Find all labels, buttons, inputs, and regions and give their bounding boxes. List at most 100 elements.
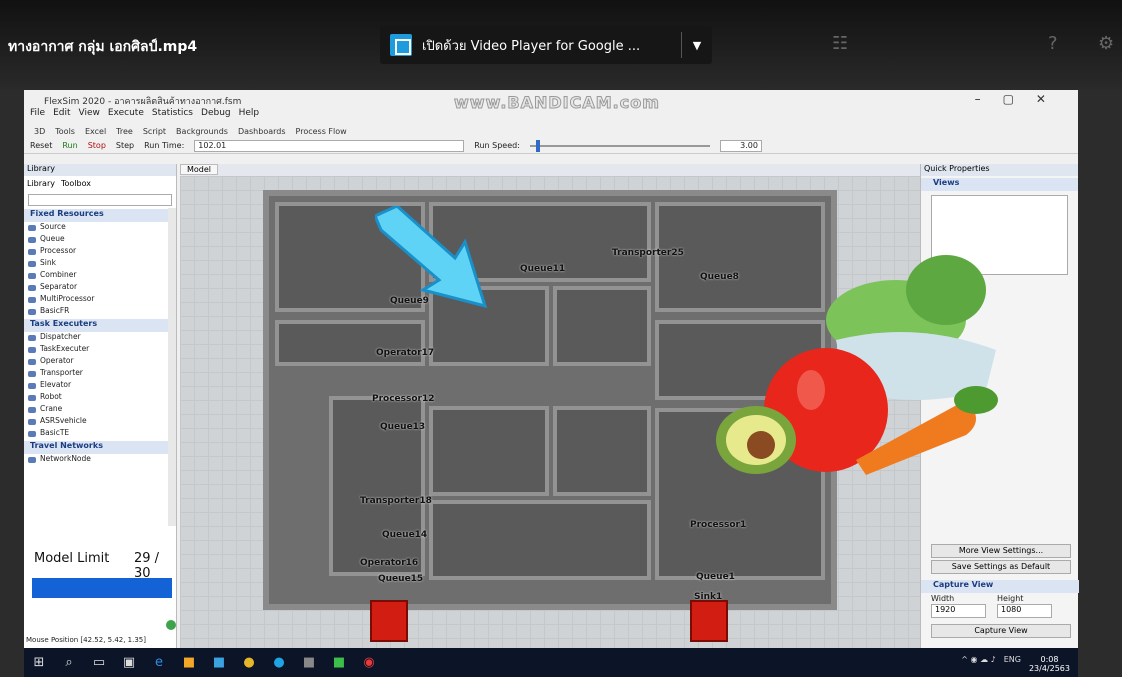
library-item[interactable]: Elevator xyxy=(24,380,176,392)
menu-edit[interactable]: Edit xyxy=(53,108,70,124)
model-object-label[interactable]: Queue14 xyxy=(382,530,427,540)
menu-debug[interactable]: Debug xyxy=(201,108,231,124)
width-field[interactable]: 1920 xyxy=(931,604,986,618)
library-item[interactable]: BasicTE xyxy=(24,428,176,440)
room xyxy=(429,406,549,496)
model-object-label[interactable]: Processor12 xyxy=(372,394,435,404)
library-item[interactable]: Processor xyxy=(24,246,176,258)
toolbar-tools[interactable]: Tools xyxy=(55,127,75,136)
library-search-input[interactable] xyxy=(28,194,172,206)
library-item[interactable]: TaskExecuter xyxy=(24,344,176,356)
library-item[interactable]: BasicFR xyxy=(24,306,176,318)
capture-view-section[interactable]: Capture View xyxy=(921,580,1079,593)
model-object-label[interactable]: Queue13 xyxy=(380,422,425,432)
step-button[interactable]: Step xyxy=(116,141,134,150)
save-default-button[interactable]: Save Settings as Default xyxy=(931,560,1071,574)
capture-view-button[interactable]: Capture View xyxy=(931,624,1071,638)
source-object[interactable] xyxy=(370,600,408,642)
clock[interactable]: 0:08 23/4/2563 xyxy=(1029,655,1070,673)
help-icon[interactable] xyxy=(166,620,176,630)
library-item[interactable]: Robot xyxy=(24,392,176,404)
library-item[interactable]: Dispatcher xyxy=(24,332,176,344)
tab-toolbox[interactable]: Toolbox xyxy=(61,179,91,189)
library-item[interactable]: Separator xyxy=(24,282,176,294)
flexsim-icon[interactable]: ■ xyxy=(294,655,324,670)
language-indicator[interactable]: ENG xyxy=(1004,655,1021,673)
line-icon[interactable]: ■ xyxy=(324,655,354,670)
library-item[interactable]: MultiProcessor xyxy=(24,294,176,306)
model-object-label[interactable]: Transporter25 xyxy=(612,248,684,258)
run-time-label: Run Time: xyxy=(144,141,185,150)
toolbar-process-flow[interactable]: Process Flow xyxy=(296,127,347,136)
toolbar-script[interactable]: Script xyxy=(143,127,166,136)
menu-file[interactable]: File xyxy=(30,108,45,124)
run-button[interactable]: Run xyxy=(62,141,77,150)
library-item[interactable]: Operator xyxy=(24,356,176,368)
views-section[interactable]: Views xyxy=(921,178,1078,191)
open-with-button[interactable]: เปิดด้วย Video Player for Google ... ▼ xyxy=(380,26,712,64)
library-scrollbar[interactable] xyxy=(168,208,176,526)
model-object-label[interactable]: Processor1 xyxy=(690,520,746,530)
app-icon[interactable]: ■ xyxy=(204,655,234,670)
library-item[interactable]: Combiner xyxy=(24,270,176,282)
menu-execute[interactable]: Execute xyxy=(108,108,144,124)
app-icon[interactable]: ■ xyxy=(174,655,204,670)
search-icon[interactable]: ⌕ xyxy=(54,655,84,670)
tab-library[interactable]: Library xyxy=(27,179,55,189)
library-panel: Library Library Toolbox Fixed Resources … xyxy=(24,164,177,648)
task-view-icon[interactable]: ▭ xyxy=(84,655,114,670)
chrome-icon[interactable]: ● xyxy=(234,655,264,670)
model-object-label[interactable]: Queue1 xyxy=(696,572,735,582)
library-item[interactable]: NetworkNode xyxy=(24,454,176,466)
model-object-label[interactable]: Queue11 xyxy=(520,264,565,274)
app-icon[interactable]: ● xyxy=(264,655,294,670)
room xyxy=(553,406,651,496)
more-view-settings-button[interactable]: More View Settings... xyxy=(931,544,1071,558)
model-object-label[interactable]: Operator16 xyxy=(360,558,418,568)
toolbar-3d[interactable]: 3D xyxy=(34,127,45,136)
run-speed-value[interactable]: 3.00 xyxy=(719,139,762,152)
toolbar-dashboards[interactable]: Dashboards xyxy=(238,127,286,136)
record-icon[interactable]: ◉ xyxy=(354,655,384,670)
model-object-label[interactable]: Transporter18 xyxy=(360,496,432,506)
window-controls[interactable]: –▢✕ xyxy=(975,92,1068,106)
toolbar-excel[interactable]: Excel xyxy=(85,127,106,136)
reset-button[interactable]: Reset xyxy=(30,141,52,150)
toolbar-backgrounds[interactable]: Backgrounds xyxy=(176,127,228,136)
help-icon[interactable]: ? xyxy=(1048,33,1058,54)
library-item[interactable]: Crane xyxy=(24,404,176,416)
settings-sliders-icon[interactable]: ☷ xyxy=(832,33,848,54)
stop-button[interactable]: Stop xyxy=(88,141,106,150)
library-item[interactable]: Sink xyxy=(24,258,176,270)
section-fixed-resources[interactable]: Fixed Resources xyxy=(24,209,176,222)
run-speed-slider[interactable] xyxy=(529,139,710,152)
library-header: Library xyxy=(24,164,176,176)
section-task-executers[interactable]: Task Executers xyxy=(24,319,176,332)
file-name: ทางอากาศ กลุ่ม เอกศิลป์.mp4 xyxy=(8,39,198,55)
right-backdrop xyxy=(1078,90,1122,677)
sink-object[interactable] xyxy=(690,600,728,642)
menu-statistics[interactable]: Statistics xyxy=(152,108,193,124)
run-time-field[interactable]: 102.01 xyxy=(194,139,465,152)
gear-icon[interactable]: ⚙ xyxy=(1098,33,1114,54)
model-object-label[interactable]: Operator17 xyxy=(376,348,434,358)
library-item[interactable]: Source xyxy=(24,222,176,234)
windows-start-icon[interactable]: ⊞ xyxy=(24,655,54,670)
edge-icon[interactable]: e xyxy=(144,655,174,670)
model-object-label[interactable]: Queue15 xyxy=(378,574,423,584)
tray-icons[interactable]: ^ ◉ ☁ ♪ xyxy=(961,655,995,673)
menu-view[interactable]: View xyxy=(79,108,100,124)
store-icon[interactable]: ▣ xyxy=(114,655,144,670)
section-travel-networks[interactable]: Travel Networks xyxy=(24,441,176,454)
library-item[interactable]: Transporter xyxy=(24,368,176,380)
windows-taskbar: ⊞ ⌕ ▭ ▣ e ■ ■ ● ● ■ ■ ◉ ^ ◉ ☁ ♪ ENG 0:08… xyxy=(24,648,1078,677)
library-item[interactable]: Queue xyxy=(24,234,176,246)
width-label: Width xyxy=(931,594,955,603)
menu-help[interactable]: Help xyxy=(239,108,260,124)
chevron-down-icon[interactable]: ▼ xyxy=(682,39,712,52)
library-item[interactable]: ASRSvehicle xyxy=(24,416,176,428)
room xyxy=(429,500,651,580)
height-field[interactable]: 1080 xyxy=(997,604,1052,618)
toolbar-tree[interactable]: Tree xyxy=(116,127,133,136)
tab-model[interactable]: Model xyxy=(180,164,219,175)
